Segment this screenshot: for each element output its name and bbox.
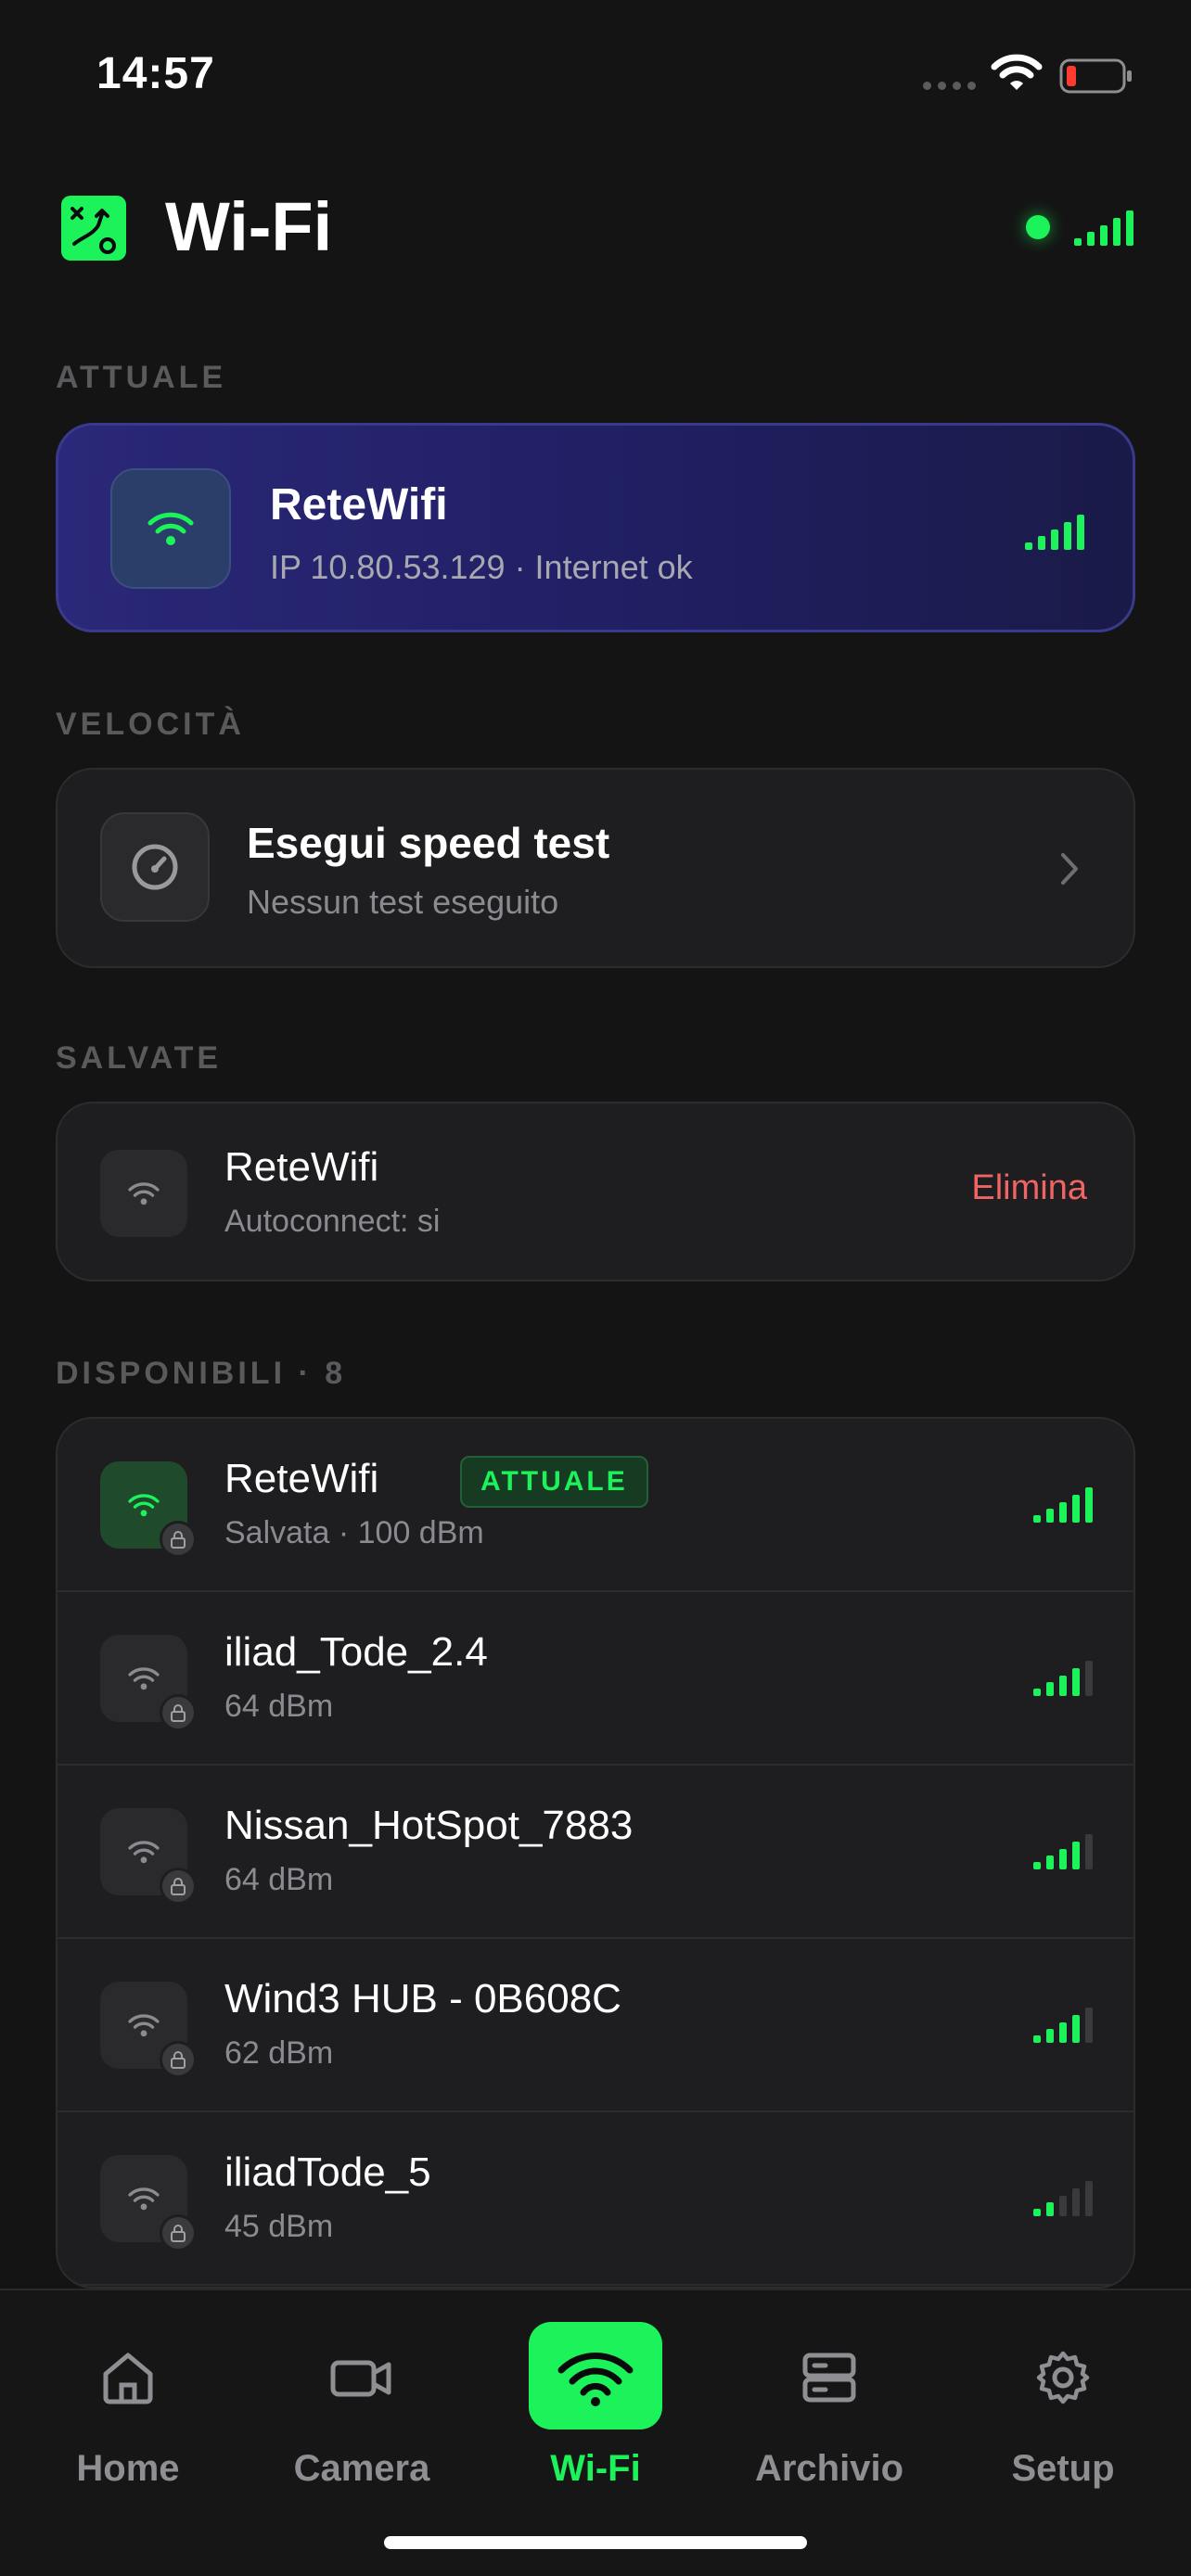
network-icon-box: [100, 1635, 197, 1731]
signal-strength-icon: [1074, 210, 1133, 246]
lock-icon: [160, 1694, 197, 1731]
delete-saved-network-button[interactable]: Elimina: [971, 1168, 1087, 1208]
network-detail: 64 dBm: [224, 1689, 334, 1724]
current-network-name: ReteWifi: [270, 480, 448, 529]
signal-bars-icon: [1025, 515, 1084, 550]
current-network-icon-box: [110, 468, 231, 589]
network-row[interactable]: iliad_Tode_2.4 64 dBm: [58, 1592, 1133, 1766]
chevron-right-icon: [1061, 853, 1078, 885]
gear-icon: [1036, 2351, 1090, 2404]
network-icon-box: [100, 1461, 197, 1558]
network-name: iliad_Tode_2.4: [224, 1629, 488, 1675]
current-badge: ATTUALE: [460, 1456, 648, 1508]
signal-bars-icon: [1033, 1487, 1093, 1523]
online-indicator: [1026, 215, 1050, 239]
lock-icon: [160, 1868, 197, 1905]
tactics-logo-icon: [70, 207, 116, 254]
status-bar: 14:57: [0, 0, 1191, 148]
signal-bars-icon: [1033, 1834, 1093, 1869]
speed-test-button[interactable]: Esegui speed test Nessun test eseguito: [56, 768, 1135, 968]
wifi-icon: [128, 1841, 160, 1864]
status-time: 14:57: [96, 49, 215, 98]
network-row[interactable]: iliadTode_5 45 dBm: [58, 2112, 1133, 2286]
network-icon-box: [100, 2155, 197, 2251]
current-network-details: IP 10.80.53.129 · Internet ok: [270, 548, 693, 586]
saved-network-row[interactable]: ReteWifi Autoconnect: si Elimina: [56, 1102, 1135, 1282]
connection-status: [1026, 209, 1135, 246]
lock-icon: [160, 2214, 197, 2251]
home-icon: [103, 2353, 153, 2404]
tab-setup[interactable]: Setup: [970, 2322, 1156, 2498]
app-logo: [61, 196, 126, 261]
tab-label: Camera: [293, 2448, 430, 2489]
available-networks-list: ReteWifi ATTUALE Salvata · 100 dBm iliad…: [56, 1417, 1135, 2289]
signal-bars-icon: [1033, 1661, 1093, 1696]
network-name: iliadTode_5: [224, 2149, 431, 2195]
tab-camera[interactable]: Camera: [269, 2322, 455, 2498]
wifi-icon: [128, 2187, 160, 2211]
tab-label: Home: [76, 2448, 180, 2489]
network-detail: 62 dBm: [224, 2035, 334, 2071]
speedometer-icon-box: [100, 812, 210, 922]
tab-label: Setup: [1011, 2448, 1115, 2489]
section-label-current: ATTUALE: [56, 360, 227, 395]
lock-icon: [160, 1521, 197, 1558]
section-label-saved: SALVATE: [56, 1040, 223, 1076]
home-indicator[interactable]: [384, 2536, 807, 2549]
network-row[interactable]: Nissan_HotSpot_7883 64 dBm: [58, 1766, 1133, 1939]
tab-home[interactable]: Home: [35, 2322, 221, 2498]
tab-archive[interactable]: Archivio: [736, 2322, 922, 2498]
wifi-icon: [128, 1182, 160, 1205]
wifi-icon: [128, 2014, 160, 2037]
lock-icon: [160, 2041, 197, 2078]
network-name: ReteWifi: [224, 1456, 379, 1501]
status-wifi-icon: [991, 54, 1043, 90]
signal-bars-icon: [1033, 2008, 1093, 2043]
tab-wifi[interactable]: Wi-Fi: [503, 2322, 688, 2498]
saved-network-name: ReteWifi: [224, 1144, 379, 1190]
camera-icon: [330, 2360, 391, 2397]
network-icon-box: [100, 1808, 197, 1905]
saved-network-detail: Autoconnect: si: [224, 1204, 441, 1239]
current-network-card[interactable]: ReteWifi IP 10.80.53.129 · Internet ok: [56, 423, 1135, 632]
network-detail: 45 dBm: [224, 2209, 334, 2244]
tab-bar: Home Camera Wi-Fi Archivio Setup: [0, 2289, 1191, 2576]
wifi-icon: [557, 2353, 634, 2406]
battery-low-icon: [1059, 58, 1132, 94]
speedometer-icon: [132, 844, 178, 890]
network-name: Wind3 HUB - 0B608C: [224, 1976, 621, 2021]
saved-network-icon-box: [100, 1150, 187, 1237]
network-row[interactable]: Wind3 HUB - 0B608C 62 dBm: [58, 1939, 1133, 2112]
section-label-speed: VELOCITÀ: [56, 707, 245, 742]
section-label-available: DISPONIBILI · 8: [56, 1356, 347, 1391]
wifi-icon: [128, 1667, 160, 1690]
tab-label: Wi-Fi: [550, 2448, 641, 2489]
speed-test-subtitle: Nessun test eseguito: [247, 883, 559, 921]
speed-test-title: Esegui speed test: [247, 819, 610, 867]
tab-label: Archivio: [754, 2448, 904, 2489]
archive-icon: [802, 2353, 856, 2403]
wifi-screen: 14:57 Wi-Fi ATTUALE ReteWifi IP 10.80.53…: [0, 0, 1191, 2576]
network-icon-box: [100, 1982, 197, 2078]
wifi-icon: [147, 512, 194, 545]
network-row[interactable]: ReteWifi ATTUALE Salvata · 100 dBm: [58, 1419, 1133, 1592]
page-title: Wi-Fi: [165, 188, 333, 265]
page-header: Wi-Fi: [56, 190, 1135, 264]
network-detail: Salvata · 100 dBm: [224, 1515, 484, 1550]
network-name: Nissan_HotSpot_7883: [224, 1803, 634, 1848]
wifi-icon: [128, 1494, 160, 1517]
cellular-dots-icon: [923, 82, 976, 90]
signal-bars-icon: [1033, 2181, 1093, 2216]
network-detail: 64 dBm: [224, 1862, 334, 1897]
